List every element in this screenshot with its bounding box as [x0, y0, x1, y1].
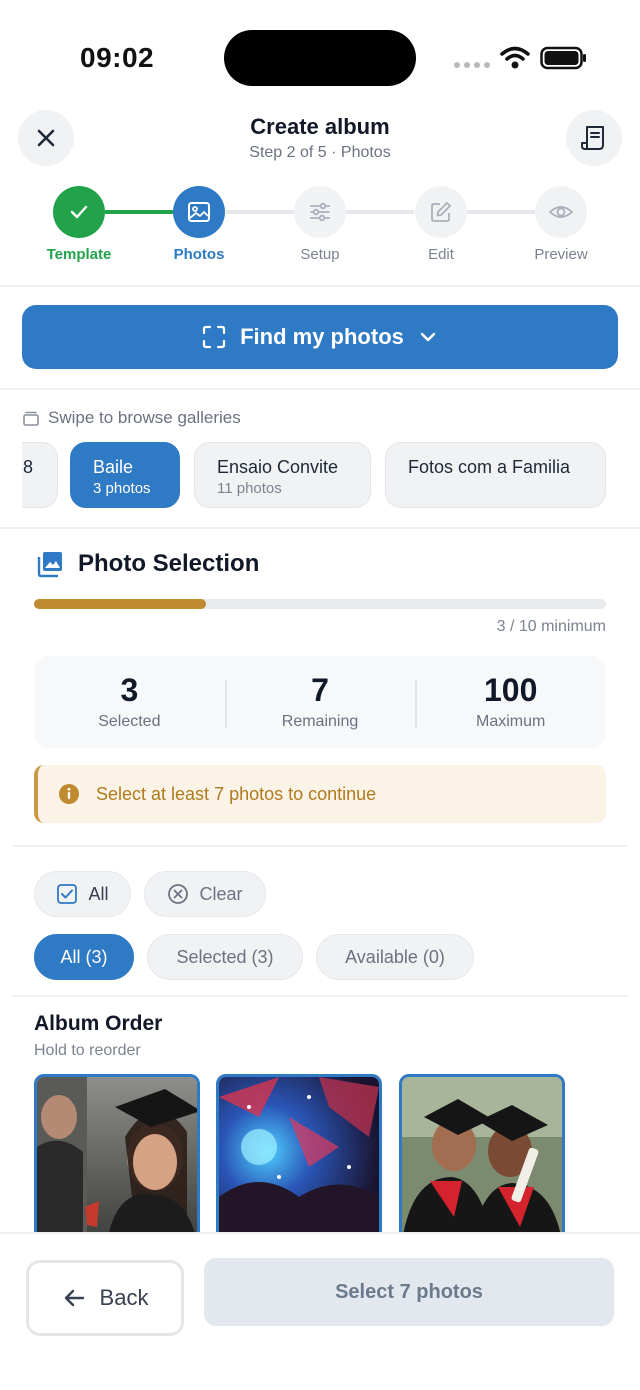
gallery-chip-fotos-com-a-familia[interactable]: Fotos com a Familia: [385, 442, 606, 508]
gallery-chip-baile[interactable]: Baile 3 photos: [70, 442, 180, 508]
gallery-count: 11 photos: [217, 480, 282, 497]
divider: [0, 527, 640, 529]
sliders-icon: [310, 202, 330, 222]
status-bar: 09:02: [0, 0, 640, 100]
select-photos-label: Select 7 photos: [335, 1280, 483, 1303]
filter-label: Available (0): [345, 946, 445, 967]
graduate-photo: [37, 1077, 197, 1241]
photo-selection-heading: Photo Selection: [36, 550, 259, 578]
warning-banner: Select at least 7 photos to continue: [34, 765, 606, 823]
divider: [12, 995, 628, 997]
selection-progress-fill: [34, 599, 206, 609]
swipe-hint-text: Swipe to browse galleries: [48, 408, 241, 427]
clear-icon: [168, 884, 189, 904]
document-button[interactable]: [566, 110, 622, 166]
party-photo: [219, 1077, 379, 1241]
back-button[interactable]: Back: [26, 1260, 184, 1336]
filter-available-tab[interactable]: Available (0): [316, 934, 474, 980]
select-all-label: All: [88, 883, 109, 904]
step-label: Template: [46, 246, 112, 263]
two-graduates-photo: [402, 1077, 562, 1241]
stat-remaining: 7 Remaining: [224, 656, 416, 748]
selection-progress-text: 3 / 10 minimum: [496, 618, 606, 635]
back-label: Back: [99, 1285, 149, 1310]
gallery-count: 3 photos: [93, 480, 151, 497]
gallery-name: Baile: [93, 457, 134, 477]
album-photo-2[interactable]: [216, 1074, 382, 1244]
gallery-chip[interactable]: 8: [22, 442, 58, 508]
stat-label: Remaining: [281, 713, 359, 730]
receipt-icon: [581, 126, 604, 150]
stat-label: Maximum: [476, 713, 546, 730]
edit-icon: [431, 202, 451, 222]
step-preview[interactable]: Preview: [506, 186, 616, 263]
face-scan-icon: [203, 325, 226, 349]
find-my-photos-button[interactable]: Find my photos: [22, 305, 618, 369]
gallery-chip-ensaio-convite[interactable]: Ensaio Convite 11 photos: [194, 442, 371, 508]
photo-library-icon: [37, 552, 62, 578]
step-label: Setup: [300, 246, 340, 263]
image-icon: [188, 202, 210, 222]
step-setup[interactable]: Setup: [265, 186, 375, 263]
divider: [0, 388, 640, 390]
stat-maximum: 100 Maximum: [415, 656, 606, 748]
gallery-name: Fotos com a Familia: [408, 457, 571, 477]
album-order-subtitle: Hold to reorder: [34, 1042, 141, 1059]
step-template[interactable]: Template: [24, 186, 134, 263]
filter-all-tab[interactable]: All (3): [34, 934, 134, 980]
photo-selection-title: Photo Selection: [78, 550, 260, 577]
swipe-hint: Swipe to browse galleries: [22, 408, 241, 428]
divider: [0, 285, 640, 287]
album-photo-3[interactable]: [399, 1074, 565, 1244]
step-label: Edit: [428, 246, 454, 263]
stat-value: 3: [120, 672, 139, 708]
album-photo-1[interactable]: [34, 1074, 200, 1244]
select-all-button[interactable]: All: [34, 871, 131, 917]
signal-icon: [454, 62, 490, 68]
find-my-photos-label: Find my photos: [240, 324, 404, 349]
status-time: 09:02: [80, 42, 155, 73]
progress-stepper: Template Photos Setup Edit Preview: [0, 186, 640, 276]
page-subtitle: Step 2 of 5 · Photos: [249, 144, 391, 161]
select-photos-button[interactable]: Select 7 photos: [204, 1258, 614, 1326]
wifi-icon: [500, 46, 530, 69]
stat-value: 100: [483, 672, 538, 708]
step-photos[interactable]: Photos: [144, 186, 254, 263]
stat-selected: 3 Selected: [34, 656, 225, 748]
gallery-name: 8: [23, 457, 34, 477]
warning-text: Select at least 7 photos to continue: [96, 783, 377, 804]
stat-label: Selected: [98, 713, 161, 730]
step-edit[interactable]: Edit: [386, 186, 496, 263]
selection-stats: 3 Selected 7 Remaining 100 Maximum: [34, 656, 606, 748]
gallery-stack-icon: [23, 411, 39, 426]
filter-selected-tab[interactable]: Selected (3): [147, 934, 303, 980]
checkbox-icon: [57, 884, 78, 904]
info-icon: [59, 784, 79, 804]
step-label: Photos: [173, 246, 225, 263]
page-title: Create album: [250, 114, 390, 139]
gallery-carousel[interactable]: 8 Baile 3 photos Ensaio Convite 11 photo…: [22, 442, 640, 510]
album-order-title: Album Order: [34, 1012, 163, 1035]
dynamic-island: [224, 30, 416, 86]
clear-label: Clear: [199, 883, 243, 904]
step-label: Preview: [534, 246, 588, 263]
divider: [12, 845, 628, 847]
chevron-down-icon: [420, 332, 436, 342]
selection-progress-bar: [34, 599, 606, 609]
eye-icon: [548, 206, 574, 218]
filter-label: Selected (3): [176, 946, 274, 967]
gallery-name: Ensaio Convite: [217, 457, 339, 477]
stat-value: 7: [311, 672, 329, 708]
check-icon: [70, 205, 88, 219]
arrow-left-icon: [64, 1289, 84, 1307]
filter-label: All (3): [60, 946, 108, 967]
clear-button[interactable]: Clear: [144, 871, 266, 917]
battery-icon: [540, 46, 586, 70]
